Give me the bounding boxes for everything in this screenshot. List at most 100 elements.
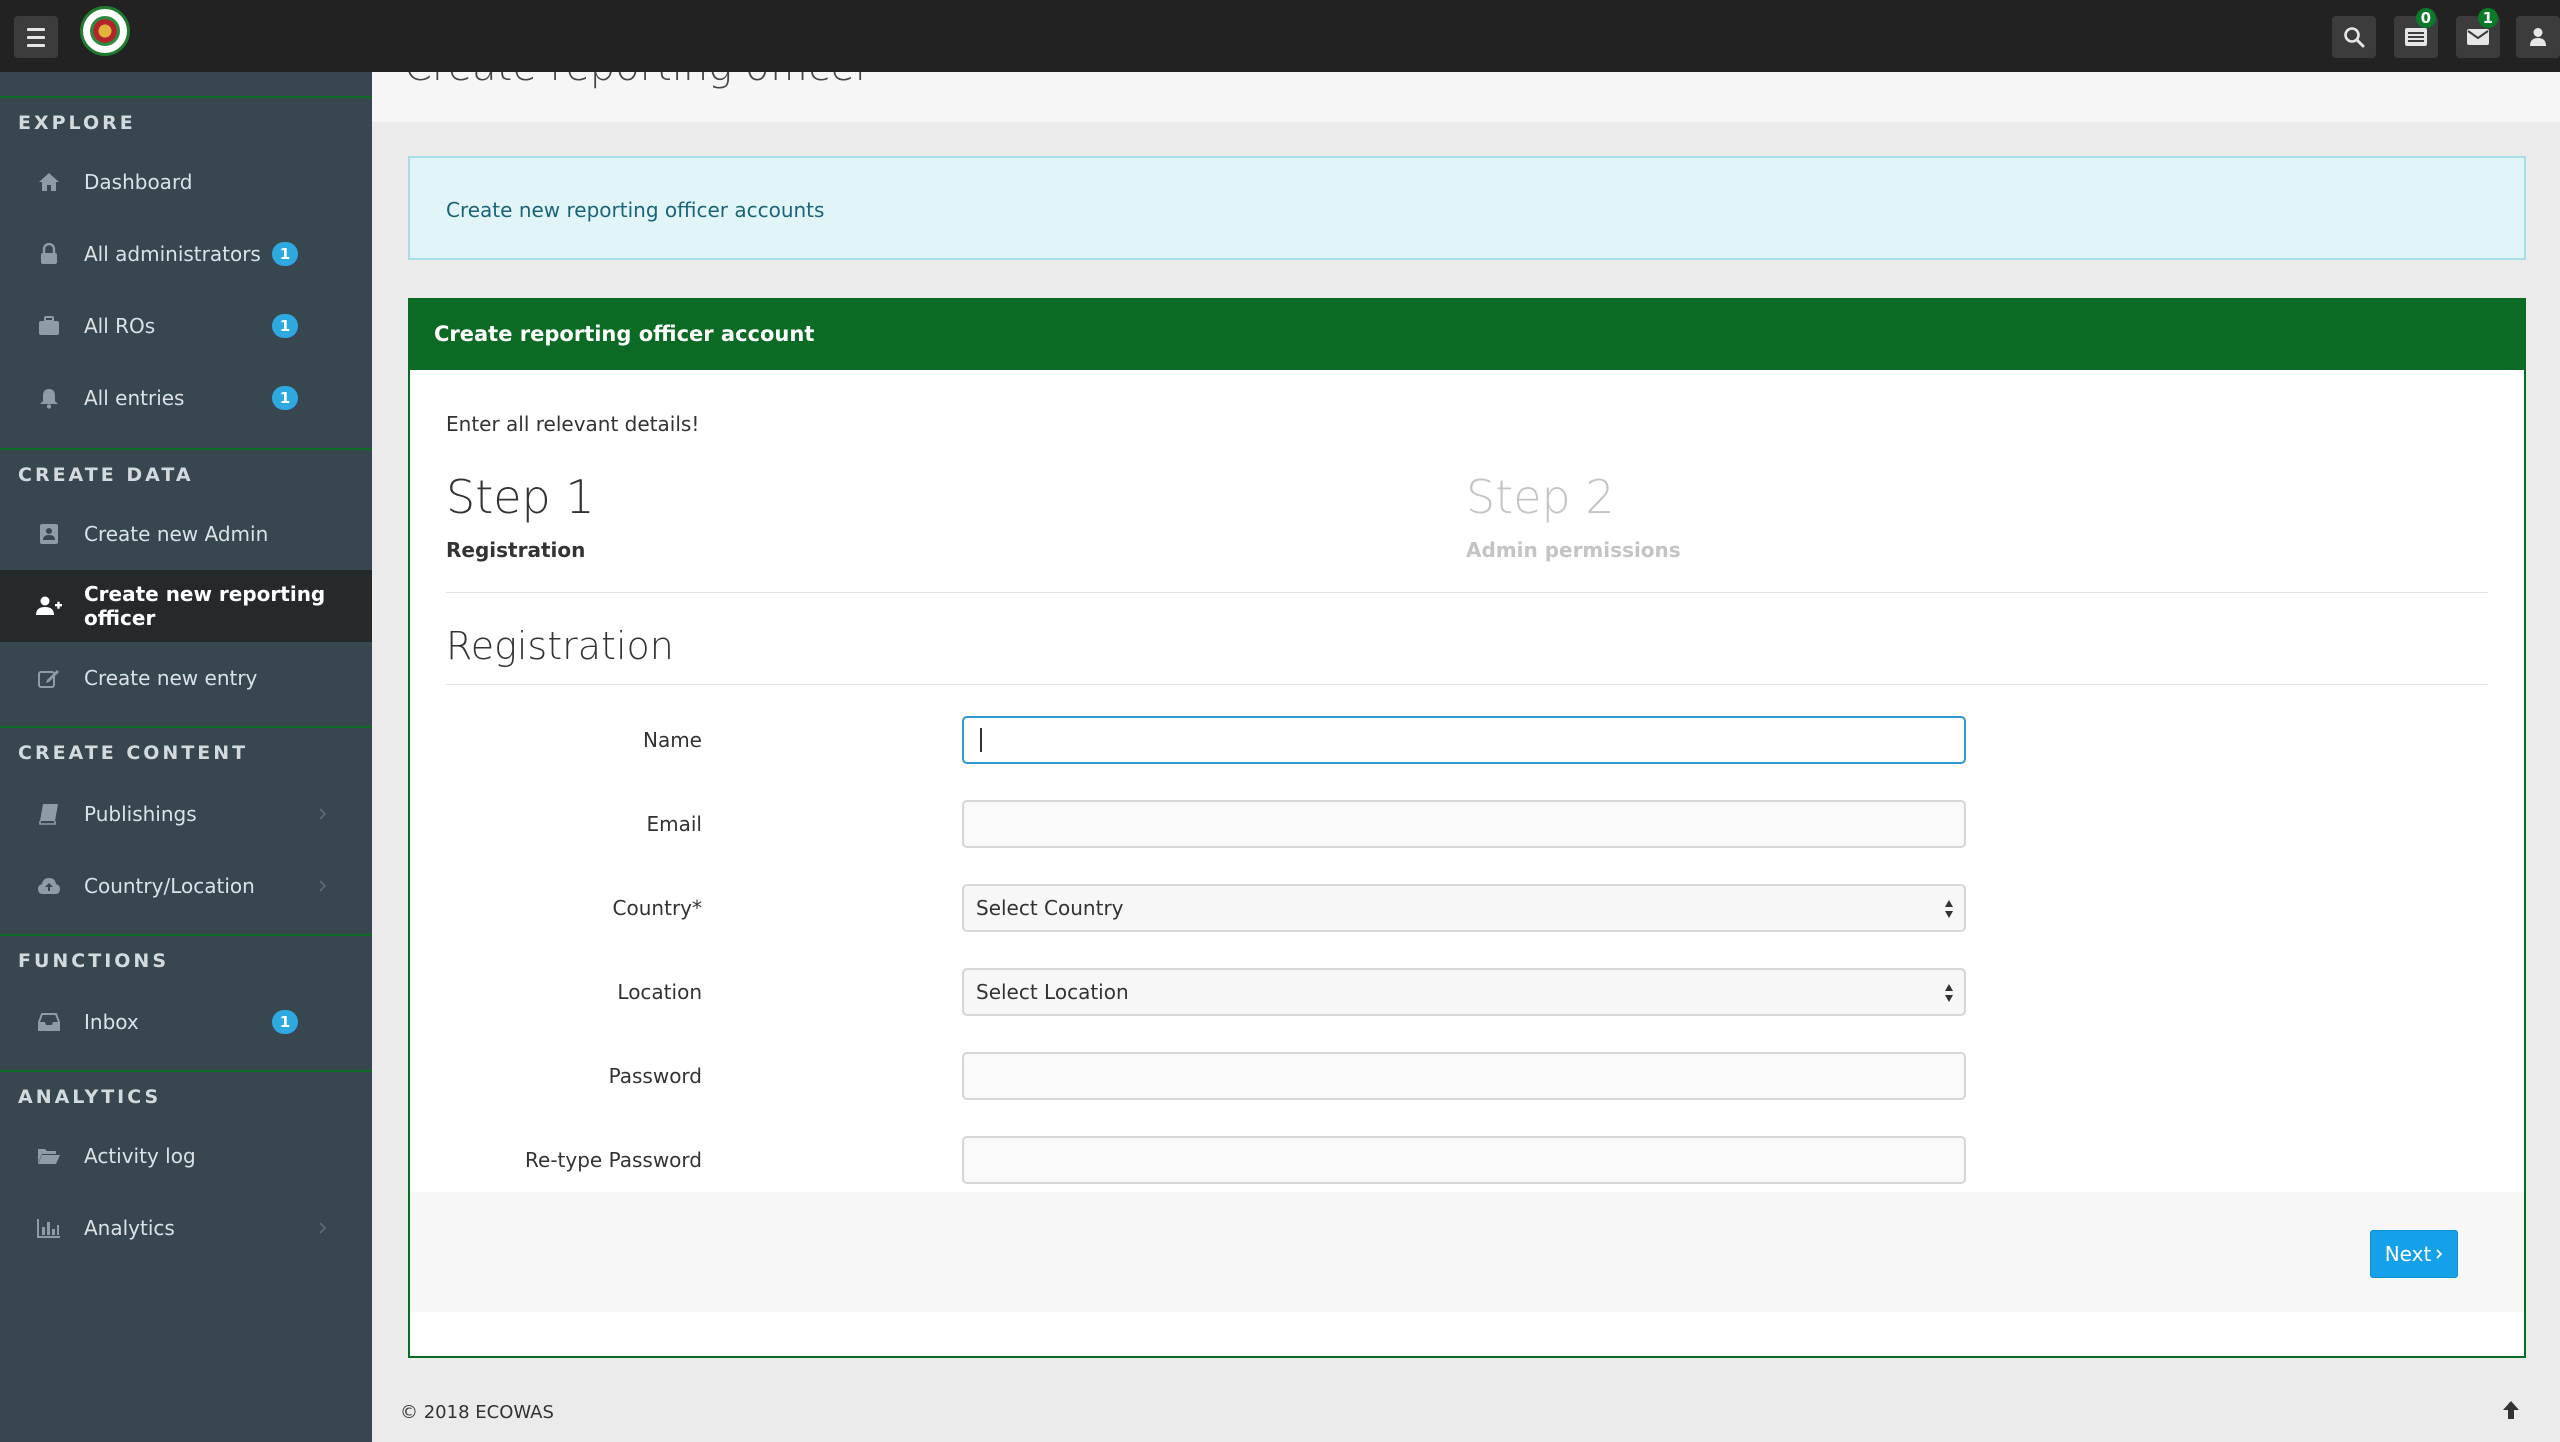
id-card-icon [36, 521, 62, 547]
password-input[interactable] [962, 1052, 1966, 1100]
form-row-country: Country* Select Country [410, 884, 2524, 932]
tasks-badge: 0 [2415, 8, 2436, 28]
footer-copyright: © 2018 ECOWAS [400, 1402, 554, 1423]
sidebar-item-all-entries[interactable]: All entries 1 [0, 362, 372, 434]
page-title: Create reporting officer [404, 72, 871, 90]
sidebar-item-create-new-entry[interactable]: Create new entry [0, 642, 372, 714]
sidebar-item-analytics[interactable]: Analytics [0, 1192, 372, 1264]
sidebar-item-label: Create new Admin [84, 522, 269, 546]
country-label: Country* [612, 896, 702, 920]
sidebar-item-label: Country/Location [84, 874, 255, 898]
bar-chart-icon [36, 1215, 62, 1241]
sidebar-item-publishings[interactable]: Publishings [0, 778, 372, 850]
sidebar-item-label: Analytics [84, 1216, 175, 1240]
briefcase-icon [36, 313, 62, 339]
panel-header: Create reporting officer account [410, 300, 2524, 370]
sidebar-section-create-data: CREATE DATA [18, 464, 194, 486]
sidebar-item-label: All entries [84, 386, 185, 410]
arrow-up-icon[interactable] [2502, 1400, 2520, 1420]
alert-text: Create new reporting officer accounts [446, 198, 825, 222]
tasks-list-icon[interactable]: 0 [2394, 8, 2438, 58]
user-plus-icon [36, 593, 62, 619]
form-row-password: Password [410, 1052, 2524, 1100]
sidebar-item-label: All administrators [84, 242, 261, 266]
country-select[interactable]: Select Country [962, 884, 1966, 932]
count-badge: 1 [272, 314, 298, 338]
book-icon [36, 801, 62, 827]
sidebar-section-analytics: ANALYTICS [18, 1086, 162, 1108]
sidebar-item-label: Create new entry [84, 666, 258, 690]
envelope-icon[interactable]: 1 [2456, 8, 2500, 58]
user-icon[interactable] [2516, 16, 2560, 58]
password-label: Password [608, 1064, 702, 1088]
info-alert: Create new reporting officer accounts [408, 156, 2526, 260]
country-select-value: Select Country [976, 896, 1124, 920]
select-arrows-icon [1945, 900, 1953, 918]
chevron-right-icon [316, 1222, 328, 1234]
sidebar-section-explore: EXPLORE [18, 112, 136, 134]
name-label: Name [642, 728, 702, 752]
next-button-label: Next [2384, 1242, 2432, 1266]
sidebar-item-label: Inbox [84, 1010, 139, 1034]
name-input[interactable] [962, 716, 1966, 764]
sidebar-item-label: Create new reporting officer [84, 582, 326, 630]
step-number: Step 2 [1466, 470, 1615, 524]
bell-icon [36, 385, 62, 411]
wizard-step-1[interactable]: Step 1 Registration [446, 470, 595, 562]
form-row-name: Name [410, 716, 2524, 764]
count-badge: 1 [272, 1010, 298, 1034]
step-label: Admin permissions [1466, 538, 1681, 562]
section-title: Registration [446, 624, 674, 668]
sidebar-item-create-new-reporting-officer[interactable]: Create new reporting officer [0, 570, 372, 642]
search-icon[interactable] [2332, 16, 2376, 58]
form-row-location: Location Select Location [410, 968, 2524, 1016]
panel-title: Create reporting officer account [434, 322, 815, 346]
sidebar: EXPLORE Dashboard All administrators 1 A… [0, 72, 372, 1442]
sidebar-item-label: All ROs [84, 314, 156, 338]
text-cursor [980, 728, 982, 752]
inbox-icon [36, 1009, 62, 1035]
sidebar-section-functions: FUNCTIONS [18, 950, 170, 972]
cloud-upload-icon [36, 873, 62, 899]
divider [446, 592, 2488, 593]
chevron-right-icon [316, 880, 328, 892]
folder-open-icon [36, 1143, 62, 1169]
sidebar-item-label: Activity log [84, 1144, 196, 1168]
chevron-right-icon [2436, 1249, 2443, 1259]
section-divider [0, 726, 372, 728]
next-button[interactable]: Next [2370, 1230, 2458, 1278]
main-content: Create reporting officer Create new repo… [372, 72, 2560, 1442]
location-label: Location [617, 980, 702, 1004]
sidebar-item-inbox[interactable]: Inbox 1 [0, 986, 372, 1058]
section-divider [0, 448, 372, 450]
sidebar-item-label: Dashboard [84, 170, 193, 194]
ecowas-logo-icon[interactable] [80, 6, 130, 56]
sidebar-item-dashboard[interactable]: Dashboard [0, 146, 372, 218]
sidebar-item-label: Publishings [84, 802, 197, 826]
retype-password-input[interactable] [962, 1136, 1966, 1184]
wizard-footer [410, 1192, 2524, 1312]
sidebar-section-create-content: CREATE CONTENT [18, 742, 249, 764]
divider [446, 684, 2488, 685]
section-divider [0, 934, 372, 936]
sidebar-item-activity-log[interactable]: Activity log [0, 1120, 372, 1192]
wizard-step-2[interactable]: Step 2 Admin permissions [1466, 470, 1681, 562]
top-navbar: 0 1 [0, 0, 2560, 72]
sidebar-item-all-administrators[interactable]: All administrators 1 [0, 218, 372, 290]
intro-text: Enter all relevant details! [446, 412, 700, 436]
sidebar-item-all-ros[interactable]: All ROs 1 [0, 290, 372, 362]
lock-icon [36, 241, 62, 267]
create-ro-panel: Create reporting officer account Enter a… [408, 298, 2526, 1358]
chevron-right-icon [316, 808, 328, 820]
messages-badge: 1 [2477, 8, 2498, 28]
retype-password-label: Re-type Password [525, 1148, 702, 1172]
page-header: Create reporting officer [372, 72, 2560, 122]
hamburger-menu-icon[interactable] [14, 16, 58, 58]
location-select[interactable]: Select Location [962, 968, 1966, 1016]
form-row-retype-password: Re-type Password [410, 1136, 2524, 1184]
count-badge: 1 [272, 242, 298, 266]
select-arrows-icon [1945, 984, 1953, 1002]
sidebar-item-create-new-admin[interactable]: Create new Admin [0, 498, 372, 570]
email-input[interactable] [962, 800, 1966, 848]
sidebar-item-country-location[interactable]: Country/Location [0, 850, 372, 922]
